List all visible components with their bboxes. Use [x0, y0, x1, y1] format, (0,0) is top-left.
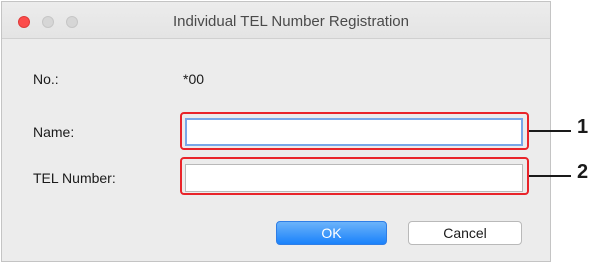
- callout-box-name: [180, 112, 529, 150]
- callout-line-name: [529, 130, 571, 132]
- callout-number-2: 2: [577, 161, 589, 183]
- ok-button[interactable]: OK: [276, 221, 387, 245]
- number-label: No.:: [33, 71, 59, 87]
- title-bar[interactable]: Individual TEL Number Registration: [2, 2, 550, 39]
- callout-line-tel-number: [529, 175, 571, 177]
- cancel-button[interactable]: Cancel: [408, 221, 522, 245]
- callout-box-tel-number: [180, 157, 529, 195]
- name-label: Name:: [33, 124, 75, 140]
- window-title: Individual TEL Number Registration: [173, 13, 409, 30]
- number-value: *00: [183, 71, 205, 87]
- callout-number-1: 1: [577, 116, 589, 138]
- tel-number-label: TEL Number:: [33, 170, 116, 186]
